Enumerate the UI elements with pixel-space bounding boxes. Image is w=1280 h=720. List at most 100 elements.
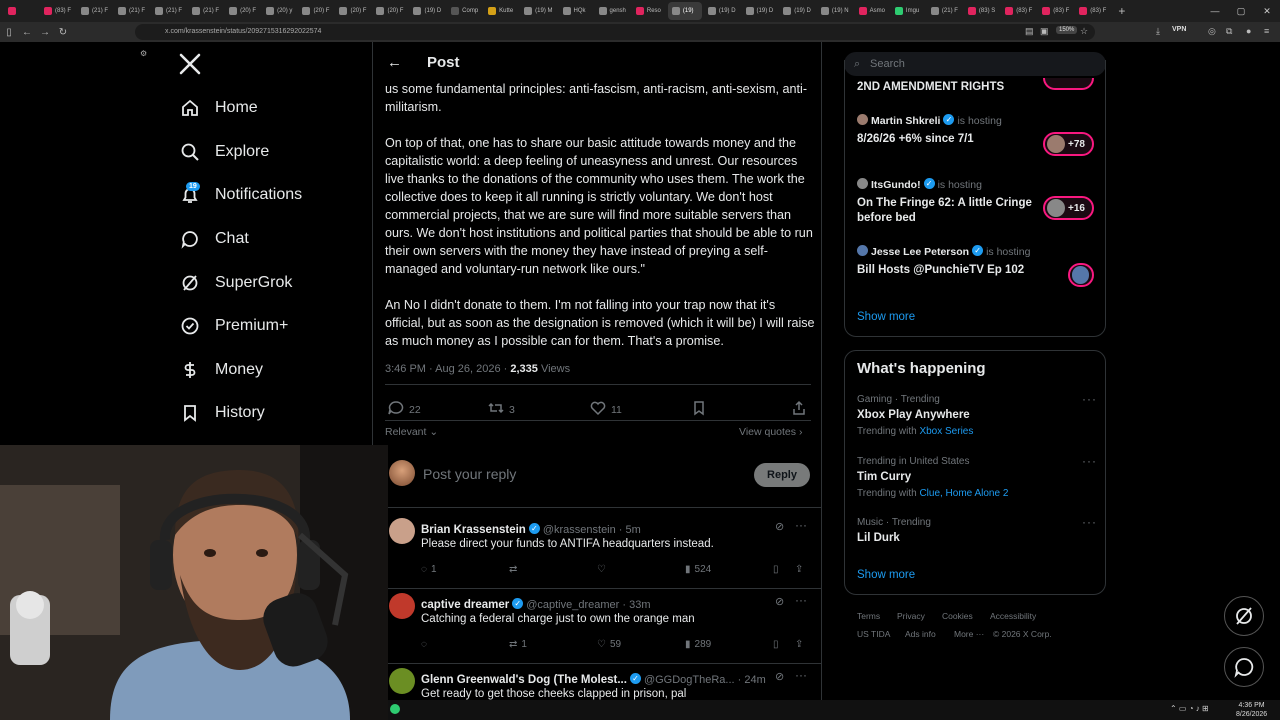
space-host-row[interactable]: Jesse Lee Peterson ✓ is hosting xyxy=(857,242,1030,260)
browser-tab[interactable]: Reso xyxy=(632,2,666,20)
browser-tab[interactable]: (19) D xyxy=(704,2,740,20)
chat-fab-button[interactable] xyxy=(1224,647,1264,687)
browser-tab[interactable]: (19) N xyxy=(817,2,853,20)
reply-author-handle[interactable]: @captive_dreamer · 33m xyxy=(526,599,650,611)
reply-author-name[interactable]: Glenn Greenwald's Dog (The Molest... xyxy=(421,674,627,686)
show-more-trends-link[interactable]: Show more xyxy=(857,569,915,581)
browser-tab[interactable] xyxy=(4,2,38,20)
reply-like-action[interactable]: ♡ xyxy=(597,564,610,575)
reply-author-name[interactable]: Brian Krassenstein xyxy=(421,524,526,536)
more-options-icon[interactable]: ··· xyxy=(795,593,807,607)
repost-action[interactable]: 3 xyxy=(487,400,515,419)
browser-tab[interactable]: (20) F xyxy=(298,2,333,20)
reply-like-action[interactable]: ♡ 59 xyxy=(597,639,621,650)
forward-icon[interactable]: → xyxy=(36,27,54,38)
nav-history[interactable]: History xyxy=(178,398,265,428)
browser-tab[interactable]: (20) F xyxy=(335,2,370,20)
more-options-icon[interactable]: ··· xyxy=(795,518,807,532)
nav-explore[interactable]: Explore xyxy=(178,137,269,167)
browser-tab[interactable]: (19) D xyxy=(409,2,445,20)
nav-home[interactable]: Home xyxy=(178,93,258,123)
nav-premium[interactable]: Premium+ xyxy=(178,311,288,341)
download-icon[interactable]: ⤓ xyxy=(1156,26,1160,37)
share-action[interactable] xyxy=(791,400,807,419)
grok-icon[interactable]: ⊘ xyxy=(775,670,784,683)
footer-link[interactable]: Ads info xyxy=(905,629,936,639)
star-icon[interactable]: ☆ xyxy=(1080,26,1088,37)
sort-relevant-dropdown[interactable]: Relevant ⌄ xyxy=(385,426,438,438)
space-host-row[interactable]: ItsGundo! ✓ is hosting xyxy=(857,175,982,193)
more-options-icon[interactable]: ··· xyxy=(1082,454,1097,468)
reply-share-action[interactable]: ⇪ xyxy=(795,639,803,650)
nav-money[interactable]: Money xyxy=(178,355,263,385)
reader-icon[interactable]: ▤ xyxy=(1025,26,1034,37)
grok-fab-button[interactable] xyxy=(1224,596,1264,636)
site-info-icon[interactable]: ⚙ xyxy=(140,49,147,58)
browser-tab[interactable]: (20) F xyxy=(225,2,260,20)
space-title[interactable]: 2ND AMENDMENT RIGHTS xyxy=(857,80,1037,95)
browser-tab[interactable]: gensh xyxy=(595,2,630,20)
reload-icon[interactable]: ↻ xyxy=(54,27,72,38)
browser-tab[interactable]: Asmo xyxy=(855,2,889,20)
footer-link[interactable]: © 2026 X Corp. xyxy=(993,629,1052,639)
wallet-icon[interactable]: ◎ xyxy=(1208,26,1216,37)
nav-chat[interactable]: Chat xyxy=(178,224,249,254)
trend-related-link[interactable]: Xbox Series xyxy=(919,426,973,437)
reply-author-name[interactable]: captive dreamer xyxy=(421,599,509,611)
reply-repost-action[interactable]: ⇄ 1 xyxy=(509,639,527,650)
url-field[interactable]: x.com/krassenstein/status/20927153162920… xyxy=(135,24,1095,40)
minimize-icon[interactable]: — xyxy=(1202,6,1228,16)
show-more-spaces-link[interactable]: Show more xyxy=(857,311,915,323)
extensions-icon[interactable]: ⧉ xyxy=(1226,26,1232,37)
reply-share-action[interactable]: ⇪ xyxy=(795,564,803,575)
reply-repost-action[interactable]: ⇄ xyxy=(509,564,521,575)
new-tab-icon[interactable]: + xyxy=(1118,4,1125,18)
reply-reply-action[interactable]: ◌ 1 xyxy=(421,564,437,575)
space-host-row[interactable]: Martin Shkreli ✓ is hosting xyxy=(857,111,1002,129)
browser-tab[interactable]: HQk xyxy=(559,2,593,20)
reply-item[interactable]: Brian Krassenstein ✓ @krassenstein · 5m ⊘ ··… xyxy=(373,516,821,591)
browser-tab[interactable]: Imgu xyxy=(891,2,925,20)
app-icon[interactable] xyxy=(390,704,400,714)
avatar[interactable] xyxy=(389,518,415,544)
space-title[interactable]: Bill Hosts @PunchieTV Ep 102 xyxy=(857,263,1037,278)
more-options-icon[interactable]: ··· xyxy=(795,668,807,682)
browser-tab[interactable]: (83) F xyxy=(1001,2,1036,20)
sidebar-toggle-icon[interactable]: ▯ xyxy=(0,27,18,38)
browser-tab[interactable]: (19) D xyxy=(779,2,815,20)
close-icon[interactable]: ✕ xyxy=(1254,6,1280,17)
browser-tab[interactable]: (20) y xyxy=(262,2,296,20)
footer-link[interactable]: Terms xyxy=(857,611,880,621)
vpn-button[interactable]: VPN xyxy=(1172,26,1186,33)
space-listeners-pill[interactable]: +16 xyxy=(1043,196,1094,220)
space-title[interactable]: 8/26/26 +6% since 7/1 xyxy=(857,132,1037,147)
footer-link[interactable]: US TIDA xyxy=(857,629,890,639)
clock[interactable]: 4:36 PM 8/26/2026 xyxy=(1236,701,1267,719)
space-listeners-pill[interactable] xyxy=(1043,78,1094,90)
back-arrow-icon[interactable]: ← xyxy=(387,54,402,71)
browser-tab[interactable]: (20) F xyxy=(372,2,407,20)
browser-tab[interactable]: Comp xyxy=(447,2,482,20)
more-options-icon[interactable]: ··· xyxy=(1082,515,1097,529)
avatar[interactable] xyxy=(389,593,415,619)
view-quotes-link[interactable]: View quotes › xyxy=(739,426,802,438)
reply-views-action[interactable]: ▮ 289 xyxy=(685,639,711,650)
reply-views-action[interactable]: ▮ 524 xyxy=(685,564,711,575)
x-logo[interactable] xyxy=(178,52,204,78)
bookmark-action[interactable] xyxy=(691,400,707,419)
back-icon[interactable]: ← xyxy=(18,27,36,38)
reply-reply-action[interactable]: ◌ xyxy=(421,639,431,650)
space-listeners-pill[interactable] xyxy=(1068,263,1094,287)
browser-tab[interactable]: (21) F xyxy=(188,2,223,20)
space-listeners-pill[interactable]: +78 xyxy=(1043,132,1094,156)
like-action[interactable]: 11 xyxy=(589,400,622,419)
reply-input[interactable]: Post your reply xyxy=(423,466,516,482)
browser-tab[interactable]: (83) S xyxy=(964,2,999,20)
tray-icons[interactable]: ⌃ ▭ ◔ ♪ ⊞ xyxy=(1170,704,1209,713)
reply-button[interactable]: Reply xyxy=(754,463,810,487)
reply-bookmark-action[interactable]: ▯ xyxy=(773,639,779,650)
reply-item[interactable]: captive dreamer ✓ @captive_dreamer · 33m ⊘ ·… xyxy=(373,591,821,666)
grok-icon[interactable]: ⊘ xyxy=(775,520,784,533)
screenshot-icon[interactable]: ▣ xyxy=(1040,26,1049,37)
zoom-level[interactable]: 150% xyxy=(1056,26,1078,34)
